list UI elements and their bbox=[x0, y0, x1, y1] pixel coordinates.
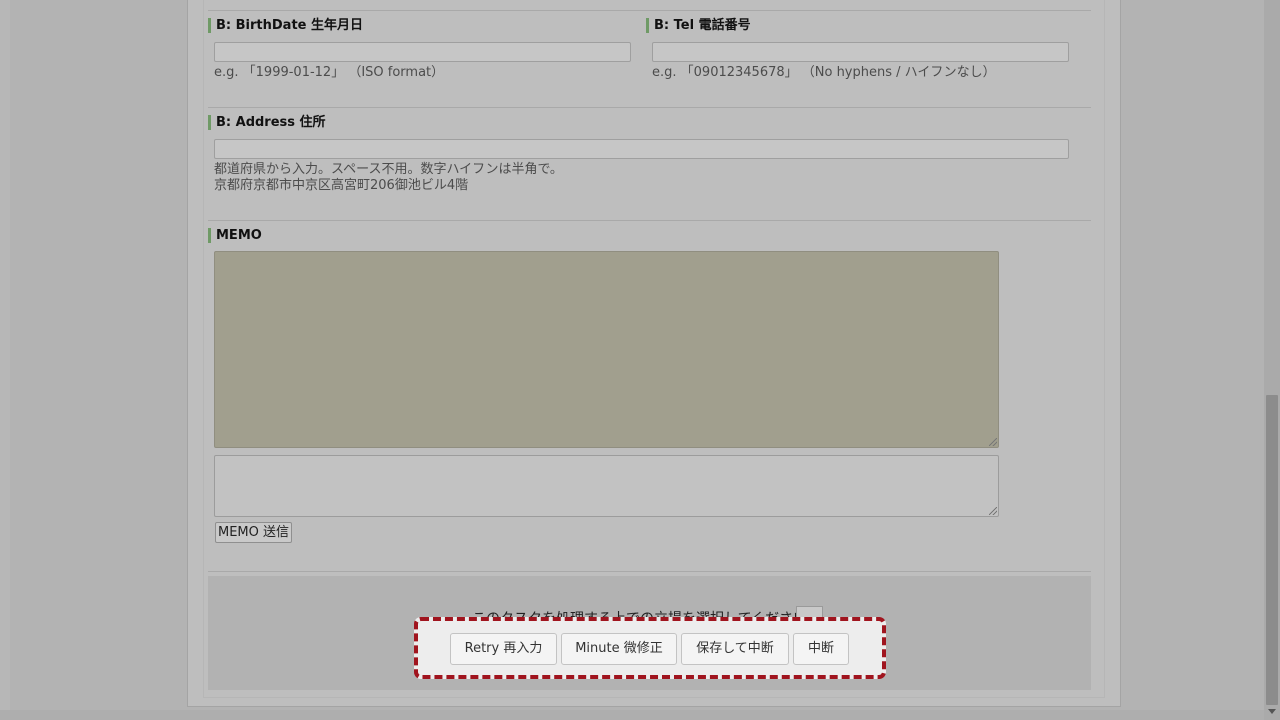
retry-button[interactable]: Retry 再入力 bbox=[450, 633, 557, 665]
scrollbar-thumb[interactable] bbox=[1266, 395, 1278, 705]
birthdate-label: B: BirthDate 生年月日 bbox=[208, 18, 363, 33]
minute-fix-button[interactable]: Minute 微修正 bbox=[561, 633, 677, 665]
section-divider bbox=[208, 10, 1091, 11]
memo-input[interactable] bbox=[214, 455, 999, 517]
address-label: B: Address 住所 bbox=[208, 115, 326, 130]
abort-button[interactable]: 中断 bbox=[793, 633, 849, 665]
section-divider bbox=[208, 571, 1091, 572]
scroll-down-icon[interactable] bbox=[1268, 709, 1276, 714]
page-left-margin bbox=[0, 0, 10, 710]
birthdate-hint: e.g. 「1999-01-12」 （ISO format） bbox=[214, 65, 445, 80]
section-divider bbox=[208, 220, 1091, 221]
memo-history-area[interactable] bbox=[214, 251, 999, 448]
vertical-scrollbar[interactable] bbox=[1264, 0, 1280, 720]
address-hint: 都道府県から入力。スペース不用。数字ハイフンは半角で。 bbox=[214, 162, 563, 177]
address-example: 京都府京都市中京区高宮町206御池ビル4階 bbox=[214, 178, 469, 193]
save-and-pause-button[interactable]: 保存して中断 bbox=[681, 633, 789, 665]
birthdate-input[interactable] bbox=[214, 42, 631, 62]
tel-input[interactable] bbox=[652, 42, 1069, 62]
address-input[interactable] bbox=[214, 139, 1069, 159]
memo-label: MEMO bbox=[208, 228, 262, 243]
tel-label: B: Tel 電話番号 bbox=[646, 18, 751, 33]
memo-send-button[interactable]: MEMO 送信 bbox=[215, 522, 293, 543]
resize-grip-icon[interactable] bbox=[989, 507, 997, 515]
section-divider bbox=[208, 107, 1091, 108]
tel-hint: e.g. 「09012345678」 （No hyphens / ハイフンなし） bbox=[652, 65, 996, 80]
page-bottom-margin bbox=[0, 710, 1264, 720]
resize-grip-icon[interactable] bbox=[989, 438, 997, 446]
